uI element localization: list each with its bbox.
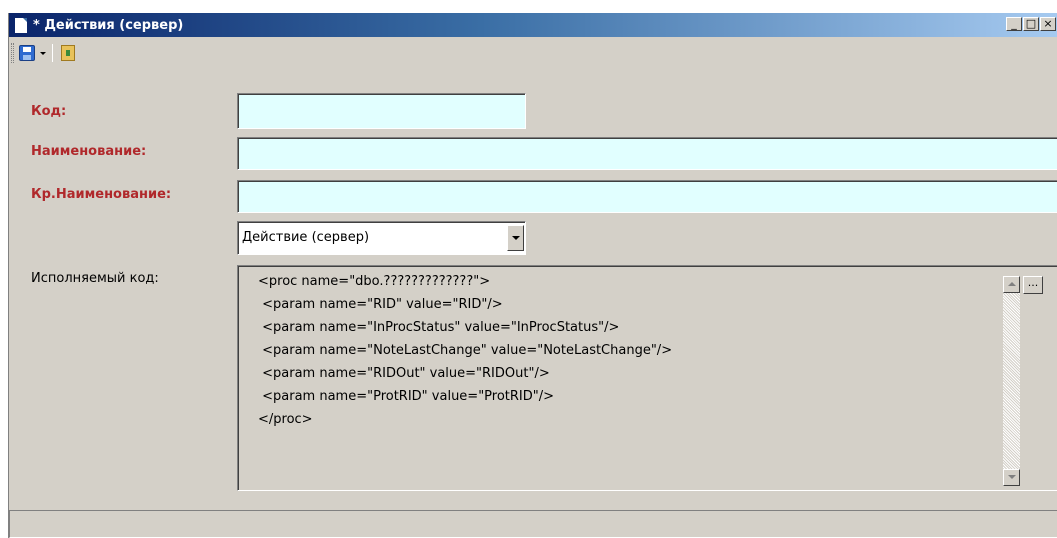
close-button[interactable]: × [1040,17,1056,31]
short-name-label: Кр.Наименование: [31,187,172,202]
code-line: <param name="NoteLastChange" value="Note… [258,343,673,358]
chevron-down-icon[interactable] [507,225,524,251]
exec-code-label: Исполняемый код: [31,271,159,286]
code-input[interactable] [237,93,526,129]
status-bar [9,510,1057,538]
type-select[interactable]: Действие (сервер) [237,221,526,255]
window-controls: _ □ × [1005,17,1056,31]
editor-window: * Действия (сервер) _ □ × Код: Наименова… [8,13,1057,538]
title-bar: * Действия (сервер) _ □ × [9,13,1057,37]
exec-code-editor[interactable]: <proc name="dbo.?????????????"> <param n… [237,265,1057,491]
scroll-down-icon[interactable] [1003,469,1020,486]
name-label: Наименование: [31,144,147,159]
document-icon [15,17,27,33]
code-line: <param name="ProtRID" value="ProtRID"/> [258,389,555,404]
code-label: Код: [31,104,67,119]
type-select-value: Действие (сервер) [242,230,370,245]
toolbar [9,39,209,67]
code-scrollbar[interactable] [1003,276,1020,486]
code-lines: <proc name="dbo.?????????????"> <param n… [258,270,672,431]
save-dropdown-arrow-icon[interactable] [40,51,46,55]
ellipsis-button[interactable]: ... [1023,276,1043,294]
code-line: </proc> [258,412,313,427]
code-line: <param name="RIDOut" value="RIDOut"/> [258,366,550,381]
minimize-button[interactable]: _ [1006,17,1022,31]
name-input[interactable] [237,137,1057,170]
code-line: <proc name="dbo.?????????????"> [258,274,491,289]
toolbar-grip[interactable] [11,43,14,63]
toolbar-separator [52,44,53,62]
short-name-input[interactable] [237,180,1057,213]
window-title: * Действия (сервер) [33,17,184,33]
exit-door-icon[interactable] [61,45,75,61]
code-line: <param name="RID" value="RID"/> [258,297,503,312]
maximize-button[interactable]: □ [1023,17,1039,31]
code-line: <param name="InProcStatus" value="InProc… [258,320,620,335]
scroll-up-icon[interactable] [1003,276,1020,293]
save-floppy-icon[interactable] [19,45,35,61]
